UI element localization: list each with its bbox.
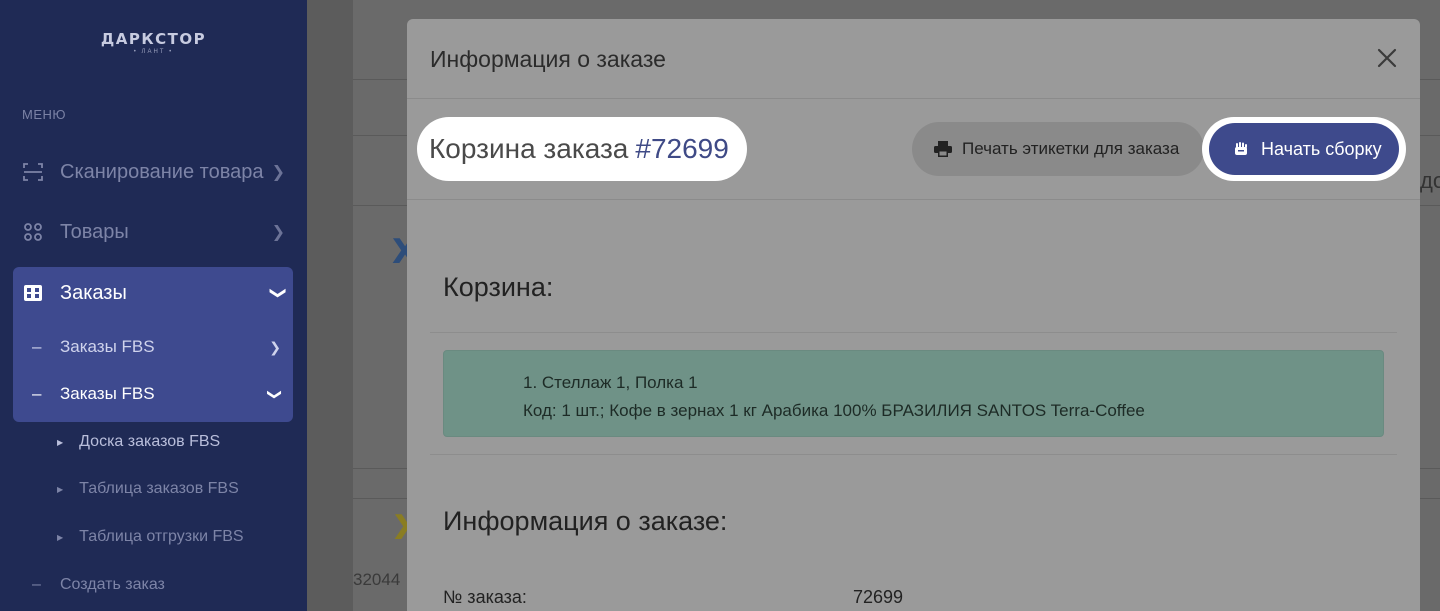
chevron-down-icon: ❯ bbox=[269, 286, 287, 300]
background-partial-text: до bbox=[1420, 168, 1440, 193]
close-button[interactable] bbox=[1374, 47, 1400, 73]
order-info-section-title: Информация о заказе: bbox=[443, 506, 728, 536]
sidebar-item-label: Заказы bbox=[60, 281, 127, 304]
divider bbox=[407, 199, 1420, 200]
start-assembly-highlight: Начать сборку bbox=[1202, 117, 1406, 181]
menu-caption: МЕНЮ bbox=[22, 107, 67, 122]
sidebar-subitem-fbs-orders-active[interactable]: – Заказы FBS ❯ bbox=[32, 380, 284, 408]
sidebar-item-label: Сканирование товара bbox=[60, 160, 264, 183]
dash-icon: – bbox=[32, 576, 41, 593]
sidebar-item-orders[interactable]: Заказы ❯ bbox=[22, 278, 287, 308]
chevron-right-icon: ❯ bbox=[269, 338, 281, 355]
chevron-down-icon: ❯ bbox=[267, 388, 284, 400]
divider bbox=[430, 454, 1397, 455]
sidebar-subitem-label: Заказы FBS bbox=[60, 384, 155, 403]
hand-icon bbox=[1233, 141, 1249, 157]
print-label-text: Печать этикетки для заказа bbox=[962, 139, 1180, 158]
cart-title-highlight: Корзина заказа #72699 bbox=[417, 117, 747, 181]
bullet-icon: ▶ bbox=[57, 484, 64, 494]
order-number-label: № заказа: bbox=[443, 587, 527, 607]
sidebar-item-scan[interactable]: Сканирование товара ❯ bbox=[22, 157, 285, 187]
cart-section-title: Корзина: bbox=[443, 272, 554, 302]
cart-item-box: 1. Стеллаж 1, Полка 1 Код: 1 шт.; Кофе в… bbox=[443, 350, 1384, 437]
sidebar-item-products[interactable]: Товары ❯ bbox=[22, 217, 285, 247]
orders-icon bbox=[22, 282, 44, 304]
order-info-modal: Информация о заказе Корзина заказа #7269… bbox=[407, 19, 1420, 611]
bullet-icon: ▶ bbox=[57, 437, 64, 447]
divider bbox=[430, 332, 1397, 333]
order-number-row: № заказа: 72699 bbox=[443, 587, 1383, 608]
logo-text: ДАРКСТОР bbox=[100, 30, 207, 48]
sidebar-leaf-label: Доска заказов FBS bbox=[79, 433, 221, 450]
sidebar-subitem-label: Заказы FBS bbox=[60, 337, 155, 356]
dash-icon: – bbox=[32, 337, 42, 356]
modal-title: Информация о заказе bbox=[430, 46, 666, 72]
sidebar-leaf-fbs-shipment[interactable]: ▶ Таблица отгрузки FBS bbox=[57, 524, 244, 550]
sidebar-leaf-fbs-board[interactable]: ▶ Доска заказов FBS bbox=[57, 429, 220, 455]
cart-title-text: Корзина заказа bbox=[429, 133, 629, 164]
products-icon bbox=[22, 221, 44, 243]
print-label-button[interactable]: Печать этикетки для заказа bbox=[912, 122, 1204, 176]
sidebar-leaf-fbs-table[interactable]: ▶ Таблица заказов FBS bbox=[57, 476, 239, 502]
chevron-right-icon: ❯ bbox=[271, 164, 285, 181]
sidebar-leaf-label: Таблица отгрузки FBS bbox=[79, 528, 244, 545]
bullet-icon: ▶ bbox=[57, 532, 64, 542]
order-number: #72699 bbox=[635, 133, 729, 164]
cart-item-location: 1. Стеллаж 1, Полка 1 bbox=[523, 373, 698, 392]
order-number-value: 72699 bbox=[853, 587, 904, 607]
sidebar-leaf-label: Таблица заказов FBS bbox=[79, 480, 239, 497]
dash-icon: – bbox=[32, 384, 42, 403]
close-icon bbox=[1377, 48, 1397, 68]
logo-subtext: • ЛАНТ • bbox=[133, 49, 174, 55]
sidebar-item-create-order[interactable]: – Создать заказ bbox=[32, 571, 281, 599]
chevron-right-icon: ❯ bbox=[271, 224, 285, 241]
start-assembly-button[interactable]: Начать сборку bbox=[1209, 123, 1399, 175]
start-assembly-text: Начать сборку bbox=[1261, 138, 1382, 159]
scan-icon bbox=[22, 161, 44, 183]
printer-icon bbox=[934, 141, 952, 157]
logo[interactable]: ДАРКСТОР • ЛАНТ • bbox=[0, 30, 307, 55]
background-order-id: 32044 bbox=[353, 570, 401, 589]
modal-header: Информация о заказе bbox=[407, 19, 1420, 99]
sidebar-item-label: Товары bbox=[60, 220, 129, 243]
cart-item-description: Код: 1 шт.; Кофе в зернах 1 кг Арабика 1… bbox=[523, 401, 1145, 420]
sidebar-item-label: Создать заказ bbox=[60, 576, 165, 593]
sidebar-subitem-fbs-orders[interactable]: – Заказы FBS ❯ bbox=[32, 333, 281, 361]
sidebar: ДАРКСТОР • ЛАНТ • МЕНЮ Сканирование това… bbox=[0, 0, 307, 611]
